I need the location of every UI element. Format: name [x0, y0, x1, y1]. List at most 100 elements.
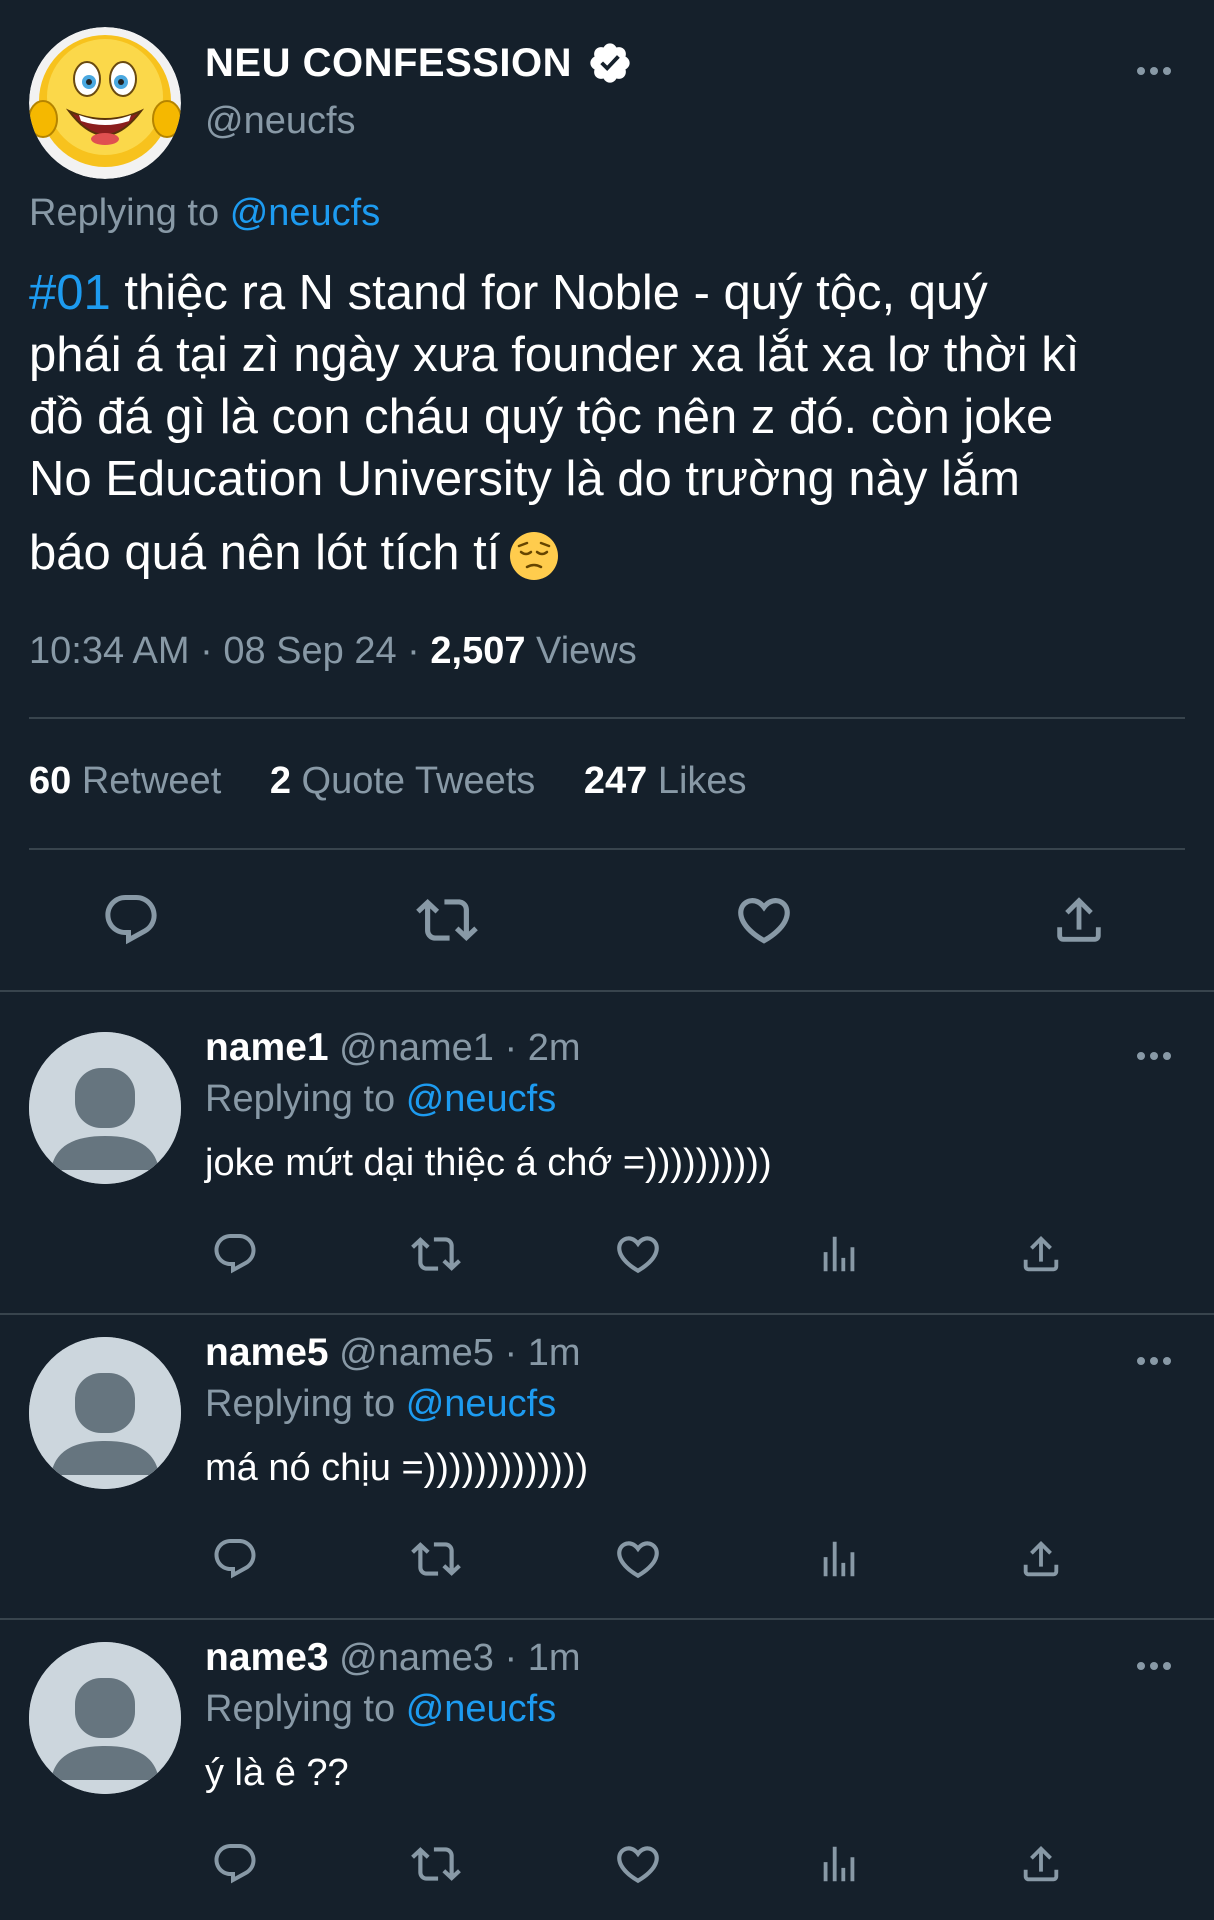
separator: ·	[504, 1637, 518, 1679]
author-display-name[interactable]: NEU CONFESSION	[205, 41, 572, 86]
analytics-icon	[816, 1231, 862, 1277]
meta-separator: ·	[200, 630, 213, 672]
reply-author-name[interactable]: name3	[205, 1636, 329, 1679]
retweets-count: 60	[29, 760, 72, 802]
reply-tweet[interactable]: name1 @name1 · 2m Replying to @neucfs jo…	[0, 992, 1214, 1297]
retweet-button[interactable]	[406, 1224, 466, 1284]
retweets-label: Retweet	[81, 760, 222, 802]
replying-to-line: Replying to @neucfs	[205, 1688, 556, 1731]
more-options-icon[interactable]	[1134, 1354, 1174, 1368]
share-button[interactable]	[1011, 1834, 1071, 1894]
tweet-action-bar	[29, 880, 1185, 960]
reply-time[interactable]: 1m	[528, 1332, 581, 1374]
default-profile-icon	[29, 1032, 181, 1184]
reply-header: name3 @name3 · 1m	[205, 1636, 580, 1680]
reply-author-handle[interactable]: @name3	[339, 1637, 494, 1679]
like-icon	[613, 1534, 663, 1584]
tweet-text-segment: thiệc ra N stand for Noble - quý tộc, qu…	[110, 266, 988, 320]
replying-to-mention[interactable]: @neucfs	[406, 1383, 557, 1425]
more-options-icon[interactable]	[1134, 64, 1174, 78]
analytics-icon	[816, 1536, 862, 1582]
share-icon	[1050, 891, 1108, 949]
quote-tweets-count: 2	[269, 760, 291, 802]
reply-button[interactable]	[205, 1529, 265, 1589]
default-profile-icon	[29, 1642, 181, 1794]
replying-to-label: Replying to	[205, 1383, 396, 1425]
tweet-time[interactable]: 10:34 AM	[29, 630, 190, 672]
reply-button[interactable]	[205, 1834, 265, 1894]
like-button[interactable]	[608, 1224, 668, 1284]
pensive-face-emoji-icon	[510, 532, 559, 581]
analytics-icon	[816, 1841, 862, 1887]
reply-tweet[interactable]: name3 @name3 · 1m Replying to @neucfs ý …	[0, 1602, 1214, 1907]
tweet-text-line: đồ đá gì là con cháu quý tộc nên z đó. c…	[29, 390, 1054, 444]
like-icon	[613, 1229, 663, 1279]
more-options-icon[interactable]	[1134, 1049, 1174, 1063]
share-button[interactable]	[1039, 880, 1119, 960]
reply-icon	[101, 890, 161, 950]
tweet-date[interactable]: 08 Sep 24	[223, 630, 396, 672]
reply-icon	[211, 1535, 259, 1583]
analytics-button[interactable]	[809, 1224, 869, 1284]
likes-stat[interactable]: 247 Likes	[584, 760, 747, 802]
reply-author-name[interactable]: name1	[205, 1026, 329, 1069]
views-count: 2,507	[430, 630, 526, 672]
divider	[29, 717, 1185, 719]
retweet-button[interactable]	[406, 1834, 466, 1894]
retweet-icon	[411, 1534, 461, 1584]
analytics-button[interactable]	[809, 1529, 869, 1589]
reply-text: joke mứt dại thiệc á chớ =))))))))))	[205, 1142, 772, 1184]
replying-to-label: Replying to	[205, 1688, 396, 1730]
reply-icon	[211, 1840, 259, 1888]
retweet-button[interactable]	[407, 880, 487, 960]
reply-author-name[interactable]: name5	[205, 1331, 329, 1374]
replying-to-line: Replying to @neucfs	[205, 1078, 556, 1121]
more-options-icon[interactable]	[1134, 1659, 1174, 1673]
avatar[interactable]	[29, 1337, 181, 1489]
reply-author-handle[interactable]: @name1	[339, 1027, 494, 1069]
like-button[interactable]	[608, 1529, 668, 1589]
reply-icon	[211, 1230, 259, 1278]
replying-to-mention[interactable]: @neucfs	[230, 192, 381, 234]
reply-action-bar	[205, 1834, 1085, 1894]
share-button[interactable]	[1011, 1224, 1071, 1284]
like-icon	[613, 1839, 663, 1889]
reply-button[interactable]	[205, 1224, 265, 1284]
retweets-stat[interactable]: 60 Retweet	[29, 760, 221, 802]
tweet-meta: 10:34 AM · 08 Sep 24 · 2,507 Views	[29, 630, 637, 673]
reply-time[interactable]: 1m	[528, 1637, 581, 1679]
replying-to-line: Replying to @neucfs	[29, 192, 380, 235]
share-button[interactable]	[1011, 1529, 1071, 1589]
profile-avatar[interactable]	[29, 27, 181, 179]
separator: ·	[504, 1332, 518, 1374]
reply-header: name5 @name5 · 1m	[205, 1331, 580, 1375]
hashtag-link[interactable]: #01	[29, 266, 111, 320]
tweet-text-segment: báo quá nên lót tích tí	[29, 526, 501, 580]
reply-action-bar	[205, 1529, 1085, 1589]
separator: ·	[504, 1027, 518, 1069]
avatar[interactable]	[29, 1642, 181, 1794]
like-button[interactable]	[724, 880, 804, 960]
share-icon	[1018, 1841, 1064, 1887]
author-handle[interactable]: @neucfs	[205, 100, 633, 143]
likes-label: Likes	[657, 760, 747, 802]
reply-header: name1 @name1 · 2m	[205, 1026, 580, 1070]
reply-button[interactable]	[91, 880, 171, 960]
analytics-button[interactable]	[809, 1834, 869, 1894]
replying-to-mention[interactable]: @neucfs	[406, 1078, 557, 1120]
tweet-text-line: #01 thiệc ra N stand for Noble - quý tộc…	[29, 262, 1204, 324]
avatar[interactable]	[29, 1032, 181, 1184]
meta-separator: ·	[407, 630, 420, 672]
smiling-face-avatar-icon	[29, 27, 181, 179]
retweet-button[interactable]	[406, 1529, 466, 1589]
retweet-icon	[416, 889, 478, 951]
like-button[interactable]	[608, 1834, 668, 1894]
reply-author-handle[interactable]: @name5	[339, 1332, 494, 1374]
views-label: Views	[536, 630, 637, 672]
quote-tweets-stat[interactable]: 2 Quote Tweets	[270, 760, 535, 802]
tweet-text-line: phái á tại zì ngày xưa founder xa lắt xa…	[29, 328, 1080, 382]
tweet-text: #01 thiệc ra N stand for Noble - quý tộc…	[29, 262, 1204, 584]
replying-to-mention[interactable]: @neucfs	[406, 1688, 557, 1730]
reply-tweet[interactable]: name5 @name5 · 1m Replying to @neucfs má…	[0, 1297, 1214, 1602]
reply-time[interactable]: 2m	[528, 1027, 581, 1069]
